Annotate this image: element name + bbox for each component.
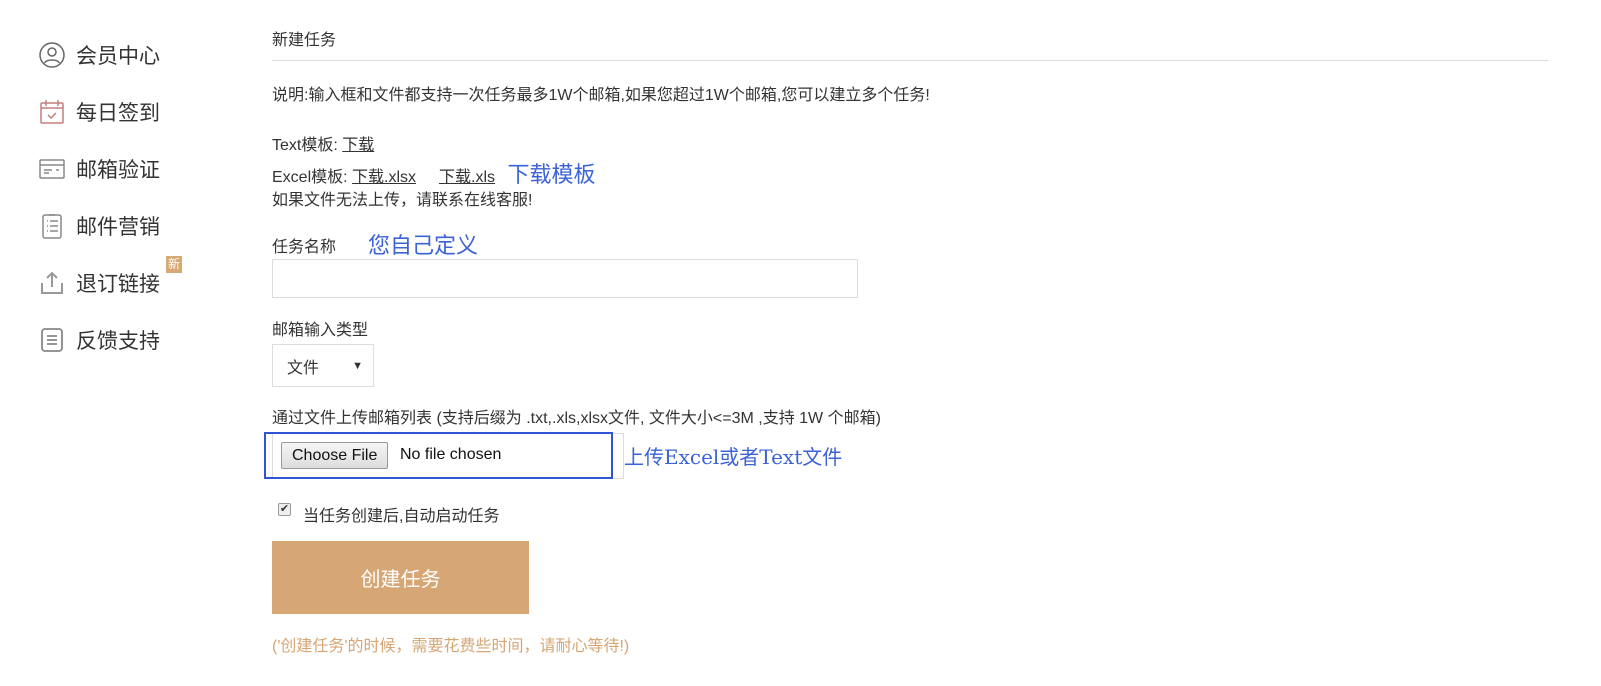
divider bbox=[272, 60, 1548, 61]
choose-file-button[interactable]: Choose File bbox=[281, 442, 389, 469]
sidebar-item-label: 会员中心 bbox=[76, 44, 160, 68]
clipboard-list-icon bbox=[42, 213, 62, 239]
input-type-selected: 文件 bbox=[287, 359, 320, 377]
auto-start-label: 当任务创建后,自动启动任务 bbox=[303, 508, 500, 525]
excel-template-label: Excel模板: bbox=[272, 169, 353, 186]
sidebar: 会员中心 每日签到 邮箱验证 邮件营销 退订链接 新 反馈支持 bbox=[38, 26, 183, 368]
text-template-row: Text模板: 下载 bbox=[272, 131, 374, 155]
upload-icon bbox=[41, 271, 63, 294]
create-task-button[interactable]: 创建任务 bbox=[272, 541, 529, 614]
sidebar-item-label: 每日签到 bbox=[76, 101, 160, 125]
annotation-upload: 上传Excel或者Text文件 bbox=[624, 445, 843, 469]
user-circle-icon bbox=[39, 41, 65, 68]
sidebar-item-daily-checkin[interactable]: 每日签到 bbox=[38, 83, 160, 140]
input-type-select[interactable]: 文件 ▼ bbox=[272, 344, 374, 387]
document-icon bbox=[41, 327, 63, 352]
sidebar-item-label: 反馈支持 bbox=[76, 329, 160, 353]
sidebar-item-label: 邮件营销 bbox=[76, 215, 160, 239]
text-template-label: Text模板: bbox=[272, 137, 343, 154]
input-type-label: 邮箱输入类型 bbox=[272, 322, 369, 339]
page-title: 新建任务 bbox=[272, 32, 337, 49]
file-status: No file chosen bbox=[400, 446, 502, 463]
sidebar-item-email-verify[interactable]: 邮箱验证 bbox=[38, 140, 160, 197]
auto-start-checkbox[interactable]: ✔ bbox=[278, 503, 291, 516]
sidebar-item-label: 邮箱验证 bbox=[76, 158, 160, 182]
excel-template-row: Excel模板: 下载.xlsx 下载.xls 下载模板 bbox=[272, 157, 596, 189]
annotation-download-template: 下载模板 bbox=[507, 162, 596, 187]
create-note: ('创建任务'的时候，需要花费些时间，请耐心等待!) bbox=[272, 638, 630, 655]
text-template-download-link[interactable]: 下载 bbox=[342, 137, 374, 154]
card-icon bbox=[39, 158, 65, 179]
sidebar-item-label: 退订链接 bbox=[76, 272, 160, 296]
description: 说明:输入框和文件都支持一次任务最多1W个邮箱,如果您超过1W个邮箱,您可以建立… bbox=[272, 87, 930, 104]
task-name-input[interactable] bbox=[272, 259, 858, 298]
task-name-label: 任务名称 bbox=[272, 239, 337, 256]
sidebar-item-email-marketing[interactable]: 邮件营销 bbox=[38, 197, 160, 254]
calendar-check-icon bbox=[40, 99, 64, 124]
sidebar-item-unsubscribe-link[interactable]: 退订链接 新 bbox=[38, 254, 183, 311]
caret-down-icon: ▼ bbox=[352, 359, 363, 372]
new-badge: 新 bbox=[166, 256, 183, 273]
sidebar-item-member-center[interactable]: 会员中心 bbox=[38, 26, 160, 83]
upload-help: 如果文件无法上传，请联系在线客服! bbox=[272, 192, 533, 209]
excel-xls-download-link[interactable]: 下载.xls bbox=[439, 169, 495, 186]
annotation-task-name: 您自己定义 bbox=[368, 233, 479, 258]
excel-xlsx-download-link[interactable]: 下载.xlsx bbox=[352, 169, 416, 186]
sidebar-item-feedback[interactable]: 反馈支持 bbox=[38, 311, 160, 368]
file-upload-label: 通过文件上传邮箱列表 (支持后缀为 .txt,.xls,xlsx文件, 文件大小… bbox=[272, 410, 881, 427]
